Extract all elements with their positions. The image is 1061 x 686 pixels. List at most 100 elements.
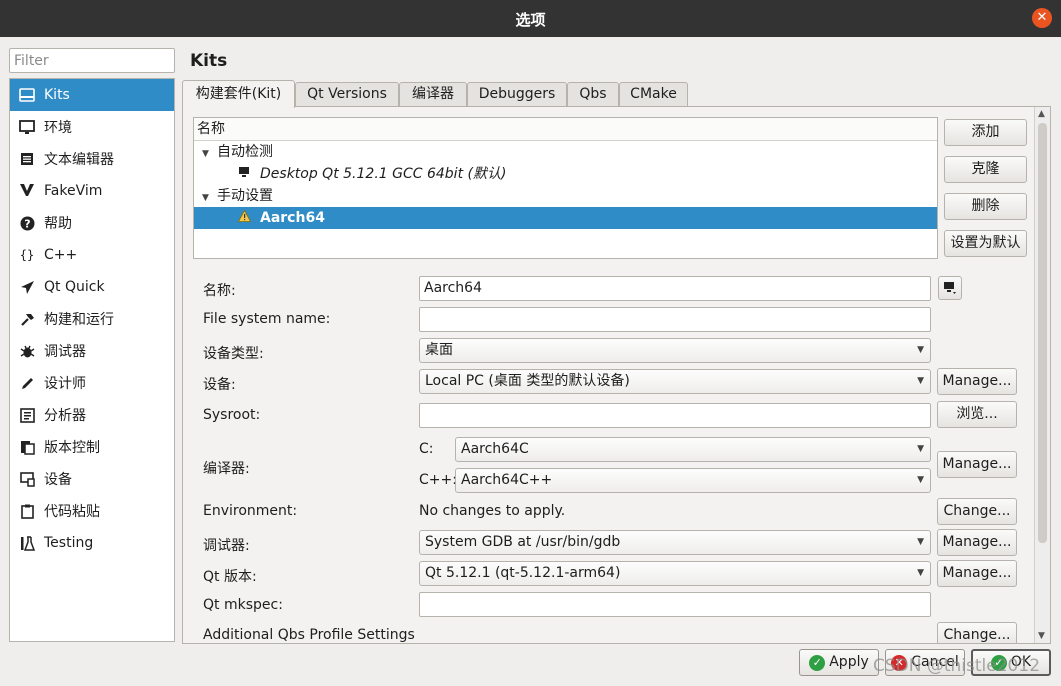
environment-change-button[interactable]: Change... bbox=[937, 498, 1017, 525]
make-default-button[interactable]: 设置为默认 bbox=[944, 230, 1027, 257]
close-icon[interactable]: ✕ bbox=[1032, 8, 1052, 28]
scroll-down-icon[interactable]: ▼ bbox=[1038, 631, 1045, 641]
device-value: Local PC (桌面 类型的默认设备) bbox=[425, 373, 630, 389]
tab-compilers[interactable]: 编译器 bbox=[399, 82, 467, 107]
sidebar-item-testing[interactable]: Testing bbox=[10, 527, 174, 559]
kit-name-input[interactable]: Aarch64 bbox=[419, 276, 931, 301]
sidebar-item-label: Kits bbox=[44, 87, 70, 103]
c-compiler-select[interactable]: Aarch64C ▼ bbox=[455, 437, 931, 462]
sidebar-item-code-paster[interactable]: 代码粘贴 bbox=[10, 495, 174, 527]
tab-cmake[interactable]: CMake bbox=[619, 82, 688, 107]
sidebar-item-debugger[interactable]: 调试器 bbox=[10, 335, 174, 367]
sidebar-item-label: 文本编辑器 bbox=[44, 152, 114, 168]
debugger-label: 调试器: bbox=[203, 538, 250, 554]
sidebar-item-designer[interactable]: 设计师 bbox=[10, 367, 174, 399]
tab-qt-versions[interactable]: Qt Versions bbox=[295, 82, 399, 107]
debugger-value: System GDB at /usr/bin/gdb bbox=[425, 534, 621, 550]
sidebar-item-build-run[interactable]: 构建和运行 bbox=[10, 303, 174, 335]
remove-kit-button[interactable]: 删除 bbox=[944, 193, 1027, 220]
tree-item-aarch64-kit[interactable]: Aarch64 bbox=[194, 207, 937, 229]
sidebar-item-qt-quick[interactable]: Qt Quick bbox=[10, 271, 174, 303]
pencil-icon bbox=[18, 374, 36, 392]
compiler-label: 编译器: bbox=[203, 461, 250, 477]
qt-version-manage-button[interactable]: Manage... bbox=[937, 560, 1017, 587]
scroll-up-icon[interactable]: ▲ bbox=[1038, 109, 1045, 119]
tree-item-desktop-kit[interactable]: Desktop Qt 5.12.1 GCC 64bit (默认) bbox=[194, 163, 937, 185]
sidebar-item-text-editor[interactable]: 文本编辑器 bbox=[10, 143, 174, 175]
tree-item-label: Desktop Qt 5.12.1 GCC 64bit (默认) bbox=[260, 166, 507, 182]
environment-value: No changes to apply. bbox=[419, 503, 566, 519]
fs-label: File system name: bbox=[203, 311, 331, 327]
sidebar-item-label: Qt Quick bbox=[44, 279, 105, 295]
debugger-select[interactable]: System GDB at /usr/bin/gdb ▼ bbox=[419, 530, 931, 555]
qt-version-select[interactable]: Qt 5.12.1 (qt-5.12.1-arm64) ▼ bbox=[419, 561, 931, 586]
kits-icon bbox=[18, 86, 36, 104]
tree-group-auto[interactable]: ▼ 自动检测 bbox=[194, 141, 937, 163]
device-icon bbox=[18, 470, 36, 488]
sidebar-item-environment[interactable]: 环境 bbox=[10, 111, 174, 143]
sidebar-item-label: FakeVim bbox=[44, 183, 103, 199]
device-select[interactable]: Local PC (桌面 类型的默认设备) ▼ bbox=[419, 369, 931, 394]
environment-label: Environment: bbox=[203, 503, 298, 519]
panel-scrollbar[interactable]: ▲ ▼ bbox=[1034, 107, 1050, 643]
name-label: 名称: bbox=[203, 283, 236, 299]
filter-input[interactable] bbox=[9, 48, 175, 73]
apply-button[interactable]: ✓ Apply bbox=[799, 649, 879, 676]
sidebar-item-label: 构建和运行 bbox=[44, 312, 114, 328]
monitor-icon bbox=[944, 282, 956, 294]
clone-kit-button[interactable]: 克隆 bbox=[944, 156, 1027, 183]
sidebar-item-label: 版本控制 bbox=[44, 440, 100, 456]
kit-icon-button[interactable] bbox=[938, 276, 962, 300]
kit-tree[interactable]: 名称 ▼ 自动检测 Desktop Qt 5.12.1 GCC 64bit (默认… bbox=[193, 117, 938, 259]
device-type-label: 设备类型: bbox=[203, 346, 264, 362]
window-title: 选项 bbox=[515, 11, 546, 29]
cpp-compiler-label: C++: bbox=[419, 472, 457, 488]
cpp-compiler-select[interactable]: Aarch64C++ ▼ bbox=[455, 468, 931, 493]
version-control-icon bbox=[18, 438, 36, 456]
sidebar-item-devices[interactable]: 设备 bbox=[10, 463, 174, 495]
scrollbar-thumb[interactable] bbox=[1038, 123, 1047, 543]
qbs-profile-label: Additional Qbs Profile Settings bbox=[203, 627, 415, 643]
device-type-select[interactable]: 桌面 ▼ bbox=[419, 338, 931, 363]
fakevim-icon bbox=[18, 182, 36, 200]
sidebar-item-label: 设备 bbox=[44, 472, 72, 488]
sidebar-item-label: C++ bbox=[44, 247, 78, 263]
device-label: 设备: bbox=[203, 377, 236, 393]
sidebar-item-label: 代码粘贴 bbox=[44, 504, 100, 520]
sysroot-input[interactable] bbox=[419, 403, 931, 428]
sidebar-item-version-control[interactable]: 版本控制 bbox=[10, 431, 174, 463]
monitor-icon bbox=[18, 118, 36, 136]
expand-arrow-icon[interactable]: ▼ bbox=[202, 143, 212, 165]
tree-group-manual[interactable]: ▼ 手动设置 bbox=[194, 185, 937, 207]
mkspec-input[interactable] bbox=[419, 592, 931, 617]
tab-kits[interactable]: 构建套件(Kit) bbox=[182, 80, 295, 108]
sidebar-item-kits[interactable]: Kits bbox=[10, 79, 174, 111]
sidebar: Kits 环境 文本编辑器 FakeVim ? 帮助 {} C++ Qt Qui… bbox=[9, 78, 175, 642]
title-bar: 选项 ✕ bbox=[0, 0, 1061, 37]
dropdown-caret-icon: ▼ bbox=[917, 568, 924, 578]
add-kit-button[interactable]: 添加 bbox=[944, 119, 1027, 146]
monitor-icon bbox=[238, 163, 252, 185]
help-icon: ? bbox=[18, 214, 36, 232]
sidebar-item-fakevim[interactable]: FakeVim bbox=[10, 175, 174, 207]
qbs-change-button[interactable]: Change... bbox=[937, 622, 1017, 643]
sysroot-browse-button[interactable]: 浏览... bbox=[937, 401, 1017, 428]
sidebar-item-label: Testing bbox=[44, 535, 94, 551]
c-compiler-value: Aarch64C bbox=[461, 441, 529, 457]
compiler-manage-button[interactable]: Manage... bbox=[937, 451, 1017, 478]
tab-debuggers[interactable]: Debuggers bbox=[467, 82, 567, 107]
device-manage-button[interactable]: Manage... bbox=[937, 368, 1017, 395]
dropdown-caret-icon: ▼ bbox=[917, 444, 924, 454]
fs-name-input[interactable] bbox=[419, 307, 931, 332]
tab-qbs[interactable]: Qbs bbox=[567, 82, 619, 107]
sidebar-item-label: 环境 bbox=[44, 120, 72, 136]
expand-arrow-icon[interactable]: ▼ bbox=[202, 187, 212, 209]
page-title: Kits bbox=[190, 51, 228, 71]
dropdown-caret-icon: ▼ bbox=[917, 345, 924, 355]
dropdown-caret-icon: ▼ bbox=[917, 475, 924, 485]
debugger-manage-button[interactable]: Manage... bbox=[937, 529, 1017, 556]
sidebar-item-help[interactable]: ? 帮助 bbox=[10, 207, 174, 239]
sidebar-item-label: 分析器 bbox=[44, 408, 86, 424]
sidebar-item-analyzer[interactable]: 分析器 bbox=[10, 399, 174, 431]
sidebar-item-cpp[interactable]: {} C++ bbox=[10, 239, 174, 271]
